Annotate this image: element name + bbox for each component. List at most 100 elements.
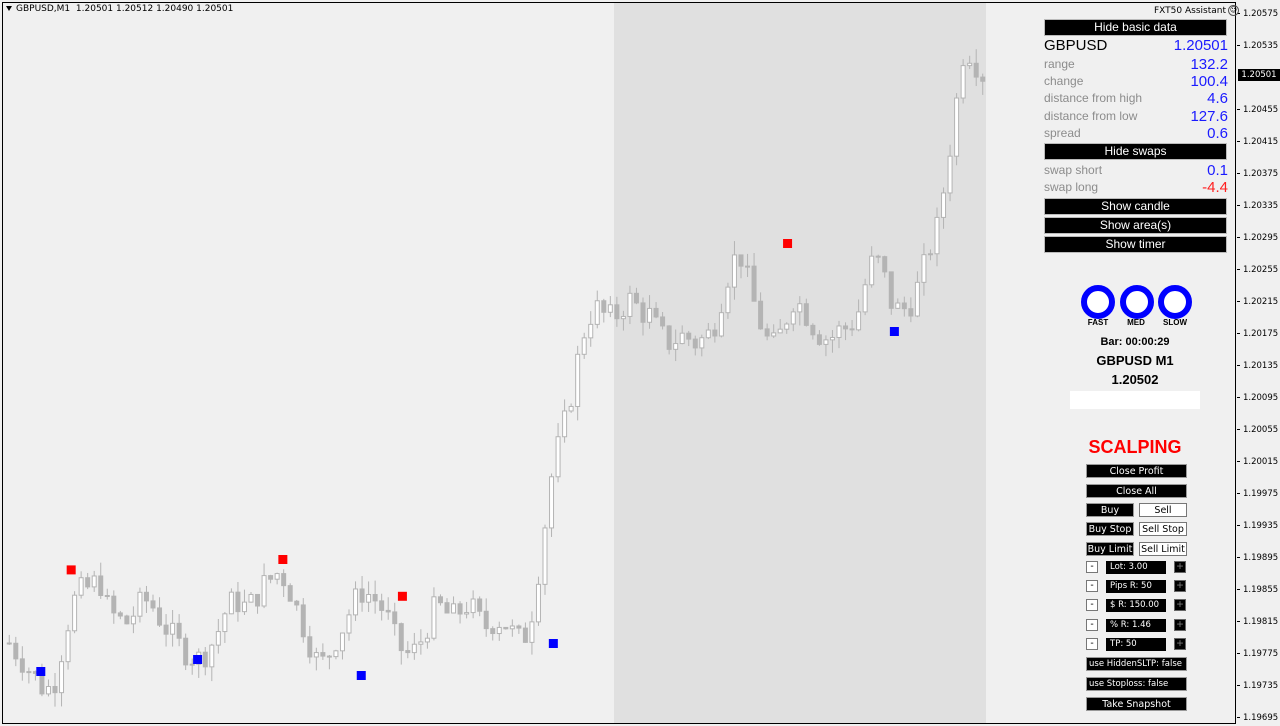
price-axis[interactable]: 1.20575 1.20535 1.20455 1.20415 1.20375 1.203… (1237, 0, 1280, 726)
pips-risk-field[interactable]: Pips R: 50 (1106, 580, 1166, 593)
med-label: MED (1127, 318, 1145, 327)
hide-swaps-button[interactable]: Hide swaps (1044, 143, 1227, 160)
candle-body (973, 62, 979, 78)
price-axis-tick: 1.19935 (1237, 521, 1278, 531)
buy-signal-marker (356, 671, 366, 680)
show-candle-button[interactable]: Show candle (1044, 198, 1227, 215)
assistant-title-text: FXT50 Assistant (1154, 6, 1226, 16)
candle-body (516, 625, 522, 629)
candle-body (503, 626, 509, 630)
price-axis-tick: 1.20295 (1237, 233, 1278, 243)
tp-increase-button[interactable]: + (1174, 637, 1186, 650)
candle-body (392, 611, 398, 625)
candle-body (353, 588, 359, 616)
candle-body (594, 300, 600, 325)
candle-body (157, 607, 163, 626)
candle-body (927, 253, 933, 256)
candle-body (549, 476, 555, 529)
candle-body (333, 650, 339, 658)
candle-body (869, 255, 875, 286)
smiley-icon: ☺ (1228, 5, 1239, 16)
close-profit-button[interactable]: Close Profit (1086, 464, 1187, 478)
candle-body (6, 642, 12, 645)
distance-high-row: distance from high 4.6 (1044, 90, 1228, 108)
chart-ohlc: 1.20501 1.20512 1.20490 1.20501 (75, 4, 234, 14)
dropdown-triangle-icon[interactable] (6, 6, 12, 11)
price-axis-tick: 1.20055 (1237, 425, 1278, 435)
range-value: 132.2 (1190, 56, 1228, 73)
buy-limit-button[interactable]: Buy Limit (1086, 542, 1134, 556)
candle-body (13, 642, 19, 660)
candle-body (281, 573, 287, 587)
candle-body (313, 652, 319, 658)
pips-risk-increase-button[interactable]: + (1174, 579, 1186, 592)
candle-body (248, 593, 254, 603)
candle-body (908, 308, 914, 317)
candle-body (660, 316, 666, 327)
percent-risk-increase-button[interactable]: + (1174, 618, 1186, 631)
sell-stop-button[interactable]: Sell Stop (1139, 522, 1187, 536)
sell-button[interactable]: Sell (1139, 503, 1187, 517)
distance-low-row: distance from low 127.6 (1044, 108, 1228, 126)
candle-body (718, 312, 724, 337)
candle-body (418, 641, 424, 645)
candle-body (398, 623, 404, 652)
candle-body (967, 62, 973, 67)
symbol-timeframe: GBPUSD M1 (1096, 353, 1174, 368)
hidden-sltp-toggle[interactable]: use HiddenSLTP: false (1086, 657, 1187, 671)
sell-signal-marker (66, 565, 76, 575)
candle-body (411, 643, 417, 654)
dollar-risk-increase-button[interactable]: + (1174, 598, 1186, 611)
swap-short-label: swap short (1044, 163, 1103, 177)
take-snapshot-button[interactable]: Take Snapshot (1086, 697, 1187, 711)
candle-body (451, 603, 457, 614)
candle-body (268, 575, 274, 580)
candle-body (359, 588, 365, 603)
candle-body (366, 593, 372, 603)
candle-body (960, 65, 966, 99)
candle-body (19, 658, 25, 673)
candle-body (751, 265, 757, 302)
candle-body (888, 271, 894, 309)
close-all-button[interactable]: Close All (1086, 484, 1187, 498)
candle-body (111, 595, 117, 614)
percent-risk-decrease-button[interactable]: - (1086, 619, 1098, 631)
pips-risk-decrease-button[interactable]: - (1086, 580, 1098, 592)
candle-body (385, 609, 391, 613)
slow-indicator-circle[interactable] (1158, 285, 1192, 319)
candle-body (856, 311, 862, 331)
candle-body (562, 410, 568, 438)
stoploss-toggle[interactable]: use Stoploss: false (1086, 677, 1187, 691)
candle-body (810, 324, 816, 336)
candle-body (607, 304, 613, 313)
lot-field[interactable]: Lot: 3.00 (1106, 561, 1166, 574)
buy-signal-marker (193, 655, 203, 664)
tp-field[interactable]: TP: 50 (1106, 638, 1166, 651)
dollar-risk-decrease-button[interactable]: - (1086, 599, 1098, 611)
lot-increase-button[interactable]: + (1174, 560, 1186, 573)
hide-basic-data-button[interactable]: Hide basic data (1044, 19, 1227, 36)
med-indicator-circle[interactable] (1120, 285, 1154, 319)
candle-body (633, 292, 639, 304)
sell-limit-button[interactable]: Sell Limit (1139, 542, 1187, 556)
fast-indicator-circle[interactable] (1081, 285, 1115, 319)
buy-stop-button[interactable]: Buy Stop (1086, 522, 1134, 536)
candle-body (875, 255, 881, 258)
tp-decrease-button[interactable]: - (1086, 638, 1098, 650)
candle-body (745, 265, 751, 268)
lot-decrease-button[interactable]: - (1086, 561, 1098, 573)
candle-body (150, 600, 156, 609)
fast-label: FAST (1087, 318, 1109, 327)
show-areas-button[interactable]: Show area(s) (1044, 217, 1227, 234)
dollar-risk-field[interactable]: $ R: 150.00 (1106, 599, 1166, 612)
candle-body (130, 615, 136, 625)
percent-risk-field[interactable]: % R: 1.46 (1106, 619, 1166, 632)
buy-button[interactable]: Buy (1086, 503, 1134, 517)
candle-body (261, 575, 267, 607)
candle-body (170, 622, 176, 635)
swap-short-value: 0.1 (1207, 162, 1228, 179)
candle-body (692, 338, 698, 349)
candle-body (725, 286, 731, 314)
candle-body (176, 622, 182, 639)
show-timer-button[interactable]: Show timer (1044, 236, 1227, 253)
